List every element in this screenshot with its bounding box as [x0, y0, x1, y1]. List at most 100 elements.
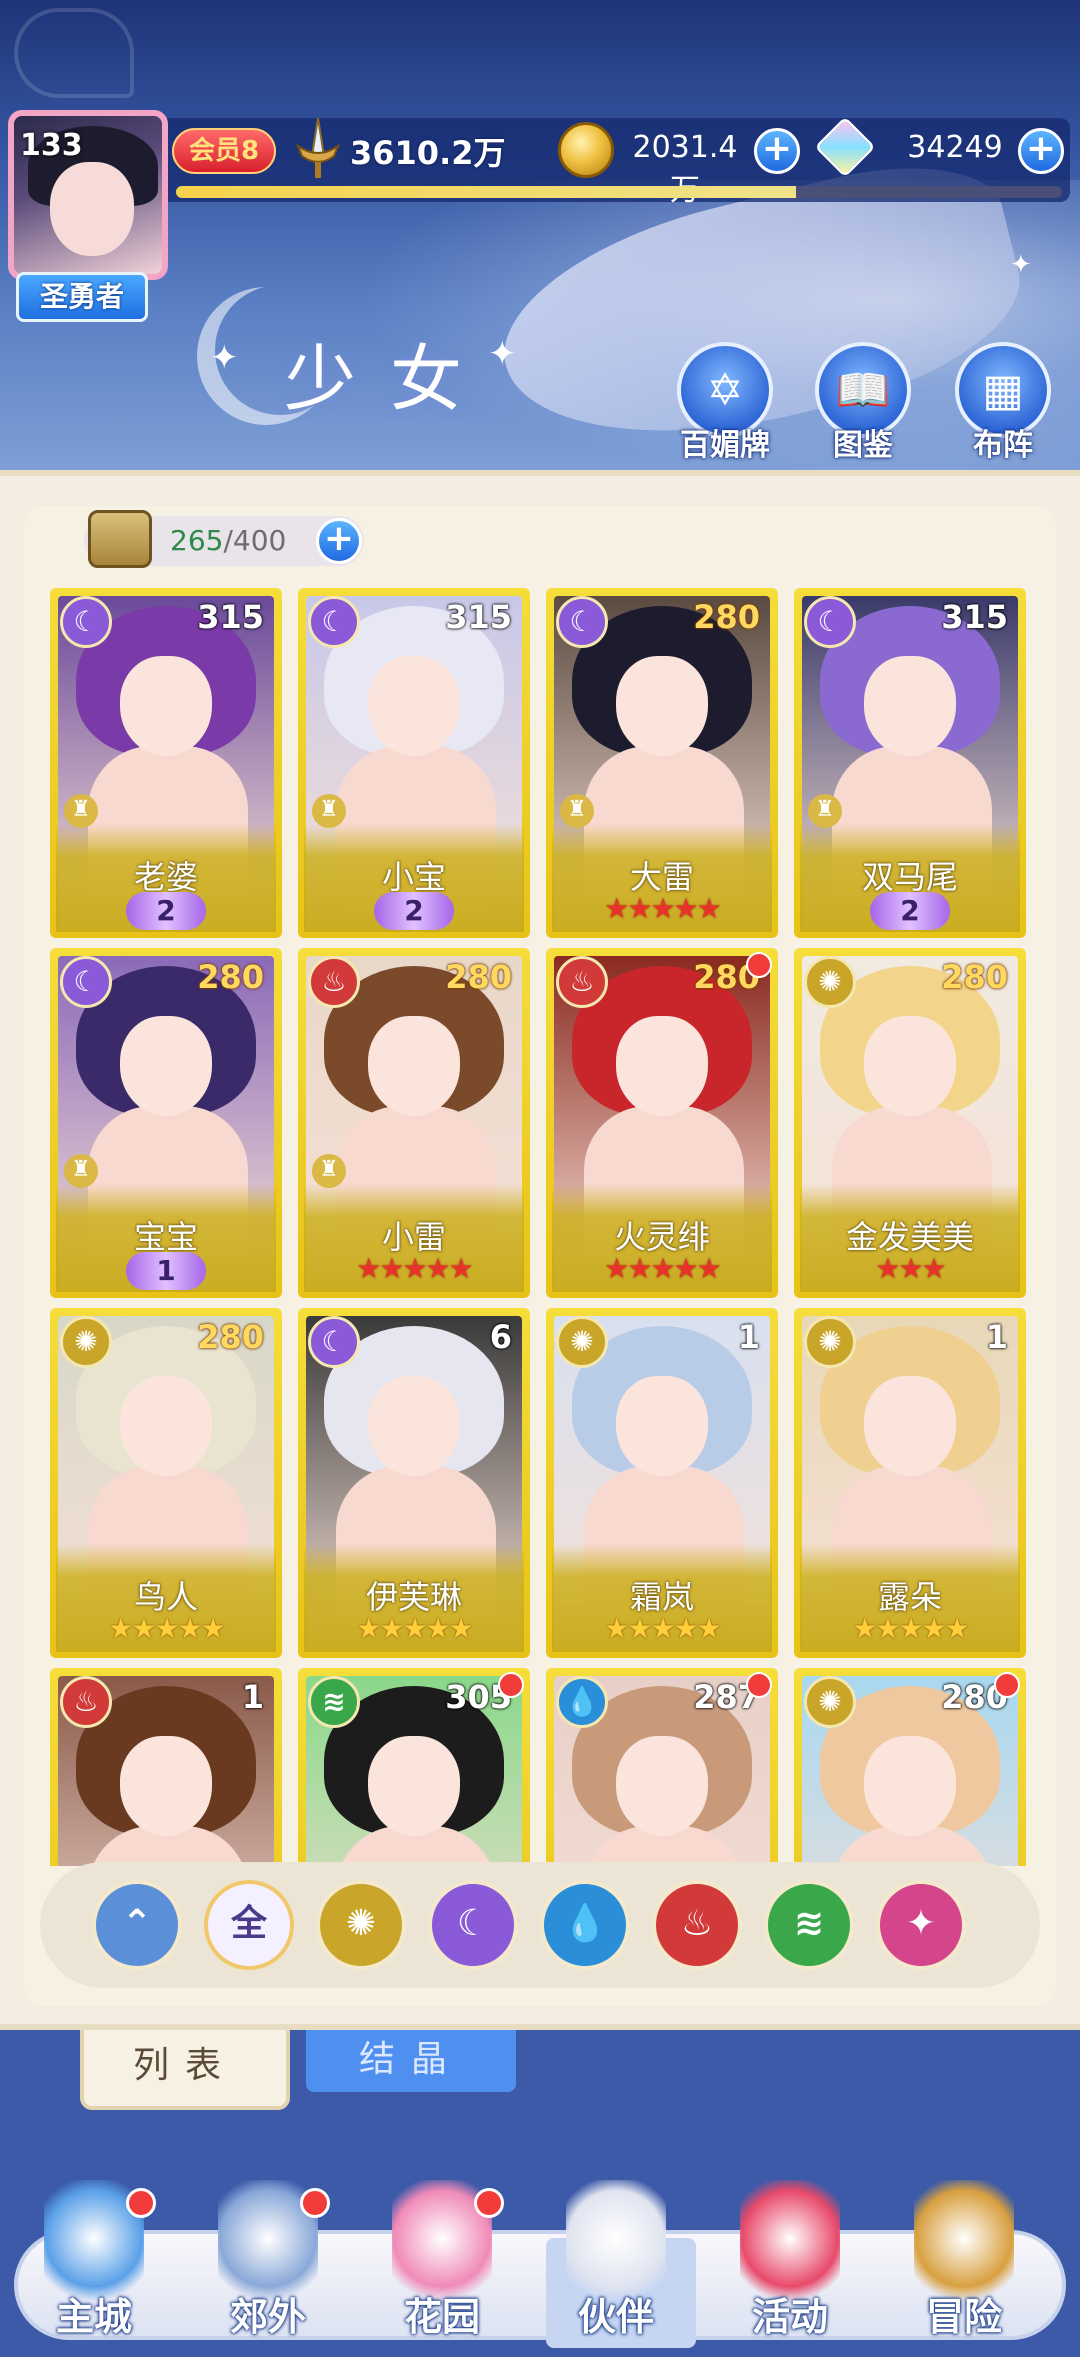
star-icon: ★ — [356, 1612, 381, 1645]
add-gold-button[interactable]: + — [754, 128, 800, 174]
portrait-face — [368, 1736, 460, 1836]
moon-element-icon: ☾ — [60, 596, 112, 648]
gallery-button[interactable]: 📖 图鉴 — [808, 342, 918, 464]
player-title-badge[interactable]: 圣勇者 — [16, 272, 148, 322]
partner-card[interactable]: ☾ 315 小宝 ♜ 2 — [298, 588, 530, 938]
moon-element-icon: ☾ — [308, 1316, 360, 1368]
star-icon: ★ — [131, 1612, 156, 1645]
nav-item-3[interactable]: 伙伴 — [536, 2180, 696, 2350]
partner-card[interactable]: ☾ 280 宝宝 ♜ 1 — [50, 948, 282, 1298]
filter-moon-button[interactable]: ☾ — [428, 1880, 518, 1970]
partner-card[interactable]: ☾ 6 伊芙琳 ★★★★★ — [298, 1308, 530, 1658]
wing-rank-badge: 1 — [126, 1252, 206, 1290]
wing-rank-badge: 2 — [126, 892, 206, 930]
filter-fire-button[interactable]: ♨ — [652, 1880, 742, 1970]
filter-all-button[interactable]: 全 — [204, 1880, 294, 1970]
card-level: 280 — [941, 958, 1008, 996]
star-icon: ★ — [875, 1252, 900, 1285]
star-icon: ★ — [852, 1612, 877, 1645]
capacity-current: 265 — [170, 524, 224, 557]
tab-crystal[interactable]: 结晶 — [306, 2030, 516, 2092]
filter-sun-button[interactable]: ✺ — [316, 1880, 406, 1970]
partner-card[interactable]: ✺ 280 鸟人 ★★★★★ — [50, 1308, 282, 1658]
sparkle-icon: ✦ — [1010, 250, 1032, 280]
star-rating: ★★★★★ — [794, 1612, 1026, 1645]
nav-item-4[interactable]: 活动 — [710, 2180, 870, 2350]
partner-card[interactable]: ♨ 280 小雷 ♜ ★★★★★ — [298, 948, 530, 1298]
gallery-label: 图鉴 — [833, 428, 893, 463]
nav-item-5[interactable]: 冒险 — [884, 2180, 1044, 2350]
rook-icon: ♜ — [312, 1154, 346, 1188]
filter-sort-button[interactable]: ⌃ — [92, 1880, 182, 1970]
vip-badge[interactable]: 会员8 — [172, 128, 276, 174]
partner-card[interactable]: ♨ 1 — [50, 1668, 282, 1866]
star-icon: ★ — [627, 1252, 652, 1285]
partner-card[interactable]: ☾ 315 老婆 ♜ 2 — [50, 588, 282, 938]
star-icon: ★ — [944, 1612, 970, 1645]
filter-star-button[interactable]: ✦ — [876, 1880, 966, 1970]
player-level: 133 — [20, 128, 83, 163]
star-icon: ★ — [379, 1252, 404, 1285]
star-rating: ★★★★★ — [298, 1612, 530, 1645]
card-level: 315 — [445, 598, 512, 636]
nav-label: 伙伴 — [577, 2295, 654, 2339]
card-level: 315 — [941, 598, 1008, 636]
portrait-face — [864, 1736, 956, 1836]
star-icon: ★ — [921, 1252, 947, 1285]
partner-card[interactable]: ☾ 280 大雷 ♜ ★★★★★ — [546, 588, 778, 938]
formation-label: 布阵 — [973, 428, 1033, 463]
moon-element-icon: ☾ — [556, 596, 608, 648]
rook-icon: ♜ — [312, 794, 346, 828]
partner-card[interactable]: ✺ 1 露朵 ★★★★★ — [794, 1308, 1026, 1658]
card-level: 280 — [445, 958, 512, 996]
partner-card[interactable]: 💧 287 — [546, 1668, 778, 1866]
formation-button[interactable]: ▦ 布阵 — [948, 342, 1058, 464]
page-title: 少女 — [284, 337, 497, 421]
star-icon: ★ — [604, 1252, 629, 1285]
card-deck-button[interactable]: ✡ 百媚牌 — [670, 342, 780, 464]
add-gem-button[interactable]: + — [1018, 128, 1064, 174]
star-icon: ★ — [402, 1252, 427, 1285]
partner-card[interactable]: ☾ 315 双马尾 ♜ 2 — [794, 588, 1026, 938]
portrait-face — [120, 1736, 212, 1836]
wind-element-icon: ≋ — [308, 1676, 360, 1728]
filter-water-button[interactable]: 💧 — [540, 1880, 630, 1970]
star-rating: ★★★★★ — [546, 1252, 778, 1285]
partner-card[interactable]: ✺ 280 金发美美 ★★★ — [794, 948, 1026, 1298]
nav-item-0[interactable]: 主城 — [14, 2180, 174, 2350]
card-level: 280 — [197, 958, 264, 996]
star-icon: ★ — [402, 1612, 427, 1645]
star-icon: ★ — [650, 892, 675, 925]
storage-box-icon — [88, 510, 152, 568]
star-icon: ★ — [875, 1612, 900, 1645]
card-level: 280 — [693, 598, 760, 636]
expand-capacity-button[interactable]: + — [316, 518, 362, 564]
gem-value: 34249 — [907, 130, 1003, 165]
nav-item-1[interactable]: 郊外 — [188, 2180, 348, 2350]
filter-wind-button[interactable]: ≋ — [764, 1880, 854, 1970]
star-rating: ★★★★★ — [546, 892, 778, 925]
partner-card[interactable]: ✺ 1 霜岚 ★★★★★ — [546, 1308, 778, 1658]
star-icon: ★ — [627, 892, 652, 925]
nav-label: 冒险 — [925, 2295, 1002, 2339]
rook-icon: ♜ — [808, 794, 842, 828]
star-icon: ★ — [673, 1612, 699, 1645]
nav-label: 活动 — [751, 2295, 828, 2339]
portrait-face — [616, 656, 708, 756]
portrait-face — [864, 656, 956, 756]
card-level: 1 — [241, 1678, 264, 1716]
star-icon: ★ — [425, 1252, 451, 1285]
nav-item-2[interactable]: 花园 — [362, 2180, 522, 2350]
star-icon: ★ — [177, 1612, 203, 1645]
water-element-icon: 💧 — [556, 1676, 608, 1728]
partner-card[interactable]: ≋ 305 — [298, 1668, 530, 1866]
partner-card[interactable]: ♨ 280 火灵绯 ★★★★★ — [546, 948, 778, 1298]
partner-card[interactable]: ✺ 280 — [794, 1668, 1026, 1866]
star-icon: ★ — [673, 892, 699, 925]
nav-label: 花园 — [403, 2295, 480, 2339]
star-icon: ★ — [448, 1252, 474, 1285]
portrait-face — [368, 1376, 460, 1476]
tab-list[interactable]: 列表 — [80, 2030, 290, 2110]
star-icon: ★ — [650, 1252, 675, 1285]
portrait-face — [368, 656, 460, 756]
